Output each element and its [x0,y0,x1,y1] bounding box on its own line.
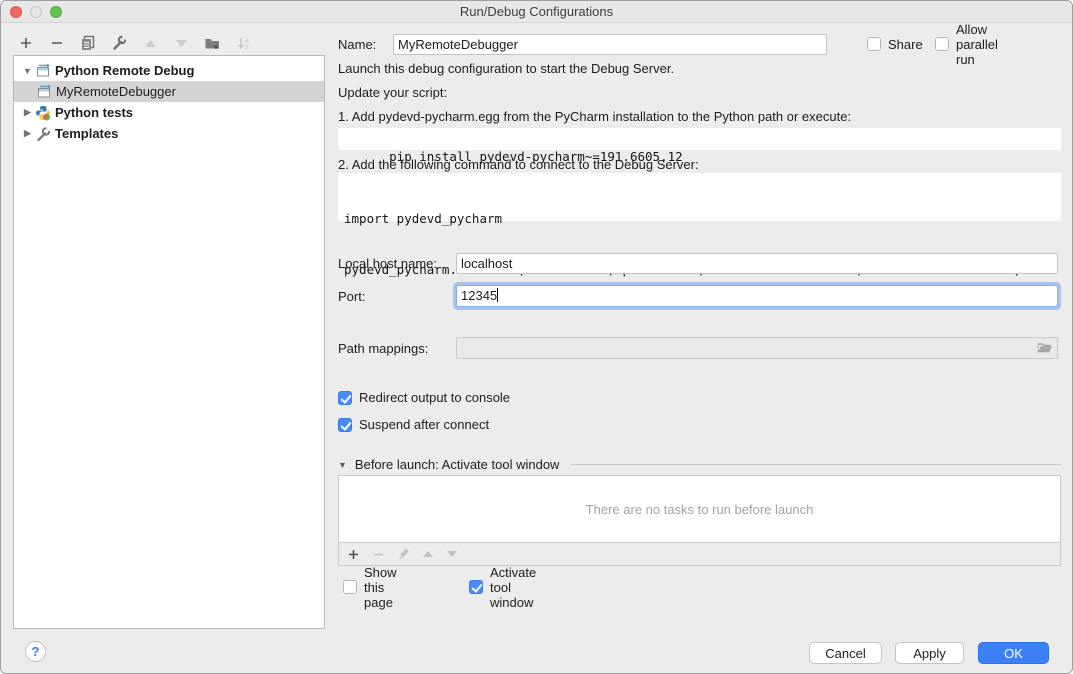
pip-install-code-snippet[interactable]: pip install pydevd-pycharm~=191.6605.12 [338,128,1061,150]
chevron-right-icon[interactable]: ▶ [22,107,33,118]
description-text: Launch this debug configuration to start… [338,61,674,77]
run-debug-configurations-dialog: Run/Debug Configurations [0,0,1073,674]
move-down-icon [175,37,188,50]
python-tests-icon [35,105,51,121]
edit-defaults-button[interactable] [110,34,128,52]
share-checkbox[interactable]: Share [867,37,923,52]
update-script-text: Update your script: [338,85,447,101]
show-this-page-label: Show this page [364,565,397,610]
before-launch-label: Before launch: Activate tool window [355,457,560,472]
checkbox-checked-icon [338,391,352,405]
port-label: Port: [338,289,365,304]
suspend-after-connect-label: Suspend after connect [359,417,489,432]
wrench-icon [35,126,51,142]
checkbox-checked-icon [469,580,483,594]
help-button[interactable]: ? [25,641,46,662]
wrench-icon [111,35,127,51]
remote-debug-icon [35,63,51,79]
remote-debug-icon [36,84,52,100]
add-task-button[interactable] [347,548,360,561]
configuration-editor: Name: Share Allow parallel run Launch th… [338,1,1061,674]
copy-configuration-button[interactable] [79,34,97,52]
svg-text:z: z [245,44,249,51]
configurations-toolbar: a z [17,32,252,54]
tree-item-label: MyRemoteDebugger [56,84,176,99]
activate-tool-window-checkbox[interactable]: Activate tool window [469,565,536,610]
code-line: import pydevd_pycharm [344,210,1055,227]
add-icon [19,36,33,50]
move-down-button[interactable] [172,34,190,52]
share-label: Share [888,37,923,52]
apply-button[interactable]: Apply [895,642,964,664]
step1-text: 1. Add pydevd-pycharm.egg from the PyCha… [338,109,851,125]
redirect-output-checkbox[interactable]: Redirect output to console [338,390,510,405]
name-input[interactable] [393,34,827,55]
tree-item-label: Templates [55,126,118,141]
suspend-after-connect-checkbox[interactable]: Suspend after connect [338,417,489,432]
port-value: 12345 [461,288,497,303]
ok-button[interactable]: OK [978,642,1049,664]
tree-item-label: Python tests [55,105,133,120]
settrace-code-snippet[interactable]: import pydevd_pycharm pydevd_pycharm.set… [338,173,1061,221]
sort-alphabetically-icon: a z [236,36,251,51]
name-label: Name: [338,37,376,52]
allow-parallel-run-label: Allow parallel run [956,22,998,67]
redirect-output-label: Redirect output to console [359,390,510,405]
activate-tool-window-label: Activate tool window [490,565,536,610]
zoom-window-button[interactable] [50,6,62,18]
before-launch-tasks-list[interactable]: There are no tasks to run before launch [338,475,1061,543]
show-this-page-checkbox[interactable]: Show this page [343,565,397,610]
checkbox-unchecked-icon [867,37,881,51]
path-mappings-label: Path mappings: [338,341,428,356]
edit-task-button[interactable] [397,548,410,561]
chevron-right-icon[interactable]: ▶ [22,128,33,139]
section-divider [571,464,1061,465]
sort-configurations-button[interactable]: a z [234,34,252,52]
remove-configuration-button[interactable] [48,34,66,52]
traffic-lights [10,6,62,18]
move-up-icon [144,37,157,50]
add-configuration-button[interactable] [17,34,35,52]
tree-item-myremotedebugger[interactable]: MyRemoteDebugger [14,81,324,102]
chevron-down-icon[interactable]: ▼ [338,460,347,470]
checkbox-unchecked-icon [935,37,949,51]
help-question-icon: ? [32,644,40,659]
new-folder-icon [204,36,221,51]
checkbox-checked-icon [338,418,352,432]
path-mappings-input[interactable] [456,337,1058,359]
local-host-name-label: Local host name: [338,256,437,271]
copy-icon [80,35,96,51]
tasks-toolbar [338,543,1061,566]
tree-item-templates[interactable]: ▶ Templates [14,123,324,144]
before-launch-section-header[interactable]: ▼ Before launch: Activate tool window [338,457,1061,472]
open-folder-icon[interactable] [1036,341,1054,355]
minimize-window-button[interactable] [30,6,42,18]
remove-icon [50,36,64,50]
cancel-button[interactable]: Cancel [809,642,882,664]
close-window-button[interactable] [10,6,22,18]
move-task-down-button[interactable] [446,548,458,560]
chevron-down-icon[interactable]: ▼ [22,66,33,76]
tree-item-python-tests[interactable]: ▶ Python tests [14,102,324,123]
no-tasks-text: There are no tasks to run before launch [586,502,814,517]
checkbox-unchecked-icon [343,580,357,594]
step2-text: 2. Add the following command to connect … [338,157,699,173]
svg-text:a: a [245,37,249,44]
move-up-button[interactable] [141,34,159,52]
port-input[interactable]: 12345 [456,285,1058,307]
remove-task-button[interactable] [372,548,385,561]
configurations-tree: ▼ Python Remote Debug MyRemoteDebugger ▶ [13,55,325,629]
local-host-name-input[interactable] [456,253,1058,274]
move-task-up-button[interactable] [422,548,434,560]
tree-item-label: Python Remote Debug [55,63,194,78]
allow-parallel-run-checkbox[interactable]: Allow parallel run [935,22,998,67]
text-caret [497,288,498,302]
new-folder-button[interactable] [203,34,221,52]
tree-item-python-remote-debug[interactable]: ▼ Python Remote Debug [14,60,324,81]
